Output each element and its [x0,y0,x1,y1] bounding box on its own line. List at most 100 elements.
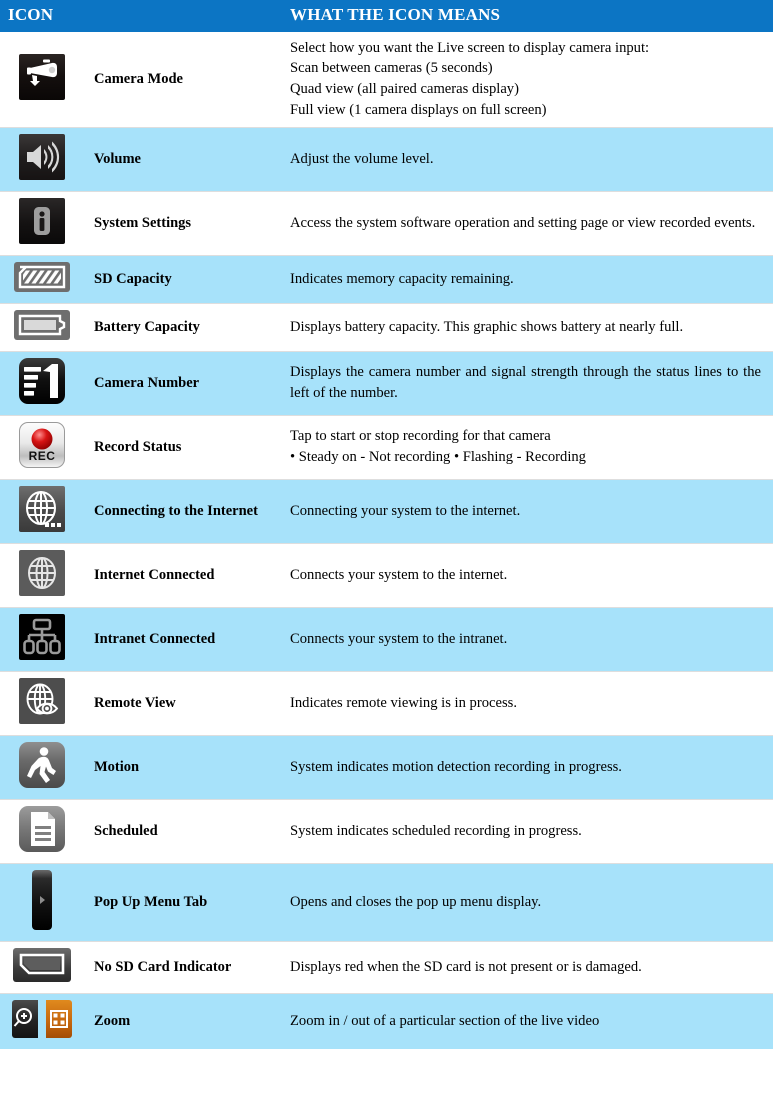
desc-line: Displays the camera number and signal st… [290,364,762,402]
icon-cell [0,303,84,351]
icon-cell [0,607,84,671]
table-row: Motion System indicates motion detection… [0,735,773,800]
globe-connected-icon [19,549,65,596]
icon-description: Zoom in / out of a particular section of… [264,993,773,1049]
icon-label: Record Status [94,438,182,455]
icon-description: Displays battery capacity. This graphic … [264,303,773,351]
table-row: SD Capacity Indicates memory capacity re… [0,255,773,304]
no-sd-card-icon [13,947,71,982]
column-header-meaning: WHAT THE ICON MEANS [264,0,773,32]
icon-cell [0,863,84,941]
rec-label: REC [28,448,56,463]
desc-line: Opens and closes the pop up menu display… [290,893,542,910]
icon-description: Tap to start or stop recording for that … [264,415,773,479]
icon-description: Opens and closes the pop up menu display… [264,863,773,941]
pop-up-menu-tab-icon [32,869,52,930]
security-camera-icon [19,53,65,100]
record-status-rec-icon: REC [19,421,65,468]
icon-description: System indicates motion detection record… [264,735,773,799]
desc-line: System indicates scheduled recording in … [290,822,582,839]
table-row: Pop Up Menu Tab Opens and closes the pop… [0,863,773,942]
icon-label: Camera Number [94,374,200,391]
table-row: Internet Connected Connects your system … [0,543,773,608]
icon-cell [0,993,84,1049]
icon-description: Displays the camera number and signal st… [264,351,773,415]
table-row: Zoom Zoom in / out of a particular secti… [0,993,773,1049]
icon-cell [0,127,84,191]
icon-description: Access the system software operation and… [264,191,773,255]
table-row: Camera Number Displays the camera number… [0,351,773,416]
icon-label: Connecting to the Internet [94,502,258,519]
loading-dots-icon [45,522,61,527]
network-intranet-icon [19,613,65,660]
table-row: System Settings Access the system softwa… [0,191,773,256]
table-body: Camera Mode Select how you want the Live… [0,31,773,1049]
desc-line: Indicates remote viewing is in process. [290,694,517,711]
icon-legend-table: ICON WHAT THE ICON MEANS Camera Mode Sel… [0,0,773,1049]
icon-cell [0,799,84,863]
icon-label: No SD Card Indicator [94,958,232,975]
table-row: Intranet Connected Connects your system … [0,607,773,672]
icon-cell [0,191,84,255]
icon-label: Motion [94,758,140,775]
table-row: Camera Mode Select how you want the Live… [0,31,773,128]
desc-line: Select how you want the Live screen to d… [290,39,650,56]
icon-description: Displays red when the SD card is not pre… [264,941,773,993]
icon-label: Battery Capacity [94,318,200,335]
desc-line: Indicates memory capacity remaining. [290,270,514,287]
icon-label: Volume [94,150,141,167]
desc-line: Quad view (all paired cameras display) [290,81,519,98]
globe-eye-remote-view-icon [19,677,65,724]
icon-cell [0,735,84,799]
sd-capacity-icon [14,261,70,292]
desc-line: Adjust the volume level. [290,150,434,167]
table-row: Battery Capacity Displays battery capaci… [0,303,773,352]
table-row: REC Record Status Tap to start or stop r… [0,415,773,480]
icon-cell [0,351,84,415]
icon-cell [0,543,84,607]
desc-line: System indicates motion detection record… [290,758,622,775]
column-header-icon: ICON [0,0,265,32]
desc-line: Connects your system to the internet. [290,566,508,583]
table-row: Connecting to the Internet Connecting yo… [0,479,773,544]
icon-cell [0,255,84,303]
icon-description: System indicates scheduled recording in … [264,799,773,863]
icon-cell [0,479,84,543]
zoom-out-fit-icon [46,999,72,1038]
volume-speaker-icon [19,133,65,180]
icon-label: Internet Connected [94,566,215,583]
icon-description: Connecting your system to the internet. [264,479,773,543]
table-header: ICON WHAT THE ICON MEANS [0,0,773,32]
zoom-magnifier-icon [12,999,72,1038]
walking-person-motion-icon [19,741,65,788]
desc-line: Displays red when the SD card is not pre… [290,958,642,975]
desc-line: Access the system software operation and… [290,214,756,231]
table-row: Scheduled System indicates scheduled rec… [0,799,773,864]
battery-capacity-icon [14,309,70,340]
zoom-in-icon [12,999,38,1038]
desc-line: Scan between cameras (5 seconds) [290,60,493,77]
table-row: Remote View Indicates remote viewing is … [0,671,773,736]
icon-label: Pop Up Menu Tab [94,893,208,910]
desc-line: Connects your system to the intranet. [290,630,508,647]
icon-label: Scheduled [94,822,158,839]
table-row: No SD Card Indicator Displays red when t… [0,941,773,994]
desc-line: • Steady on - Not recording • Flashing -… [290,449,586,466]
icon-description: Adjust the volume level. [264,127,773,191]
icon-description: Select how you want the Live screen to d… [264,32,773,127]
desc-line: Full view (1 camera displays on full scr… [290,101,547,118]
icon-cell [0,671,84,735]
icon-label: Zoom [94,1012,131,1029]
icon-description: Indicates memory capacity remaining. [264,255,773,303]
table-row: Volume Adjust the volume level. [0,127,773,192]
icon-label: System Settings [94,214,192,231]
desc-line: Displays battery capacity. This graphic … [290,318,684,335]
icon-label: Remote View [94,694,176,711]
document-scheduled-icon [19,805,65,852]
system-settings-info-icon [19,197,65,244]
camera-number-signal-icon [19,357,65,404]
icon-description: Indicates remote viewing is in process. [264,671,773,735]
icon-description: Connects your system to the intranet. [264,607,773,671]
icon-label: Camera Mode [94,70,183,87]
icon-label: Intranet Connected [94,630,216,647]
